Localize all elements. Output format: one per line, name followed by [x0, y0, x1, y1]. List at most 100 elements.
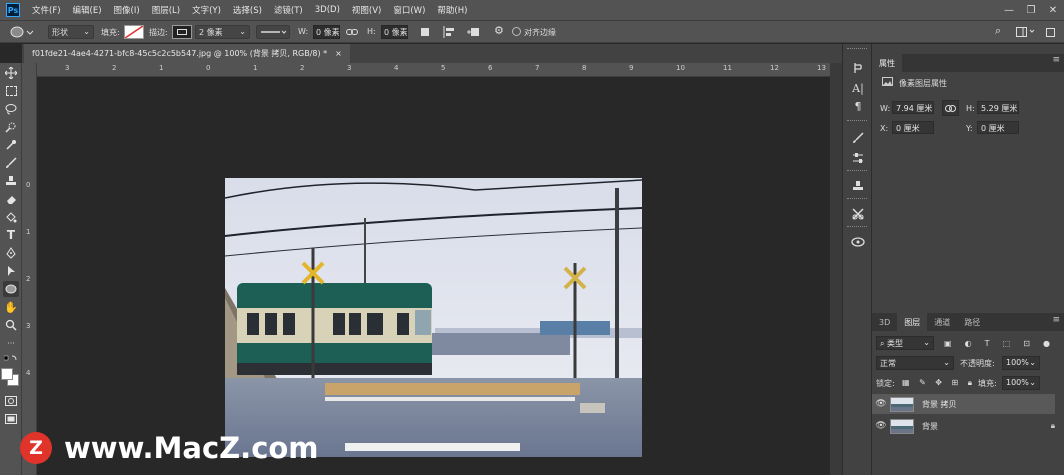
tab-channels[interactable]: 通道: [927, 313, 957, 331]
vertical-ruler[interactable]: 0 1 2 3 4: [22, 63, 37, 475]
link-dimensions-icon[interactable]: [346, 25, 359, 39]
layers-menu-icon[interactable]: ≡: [1052, 315, 1060, 325]
fill-swatch[interactable]: [124, 25, 144, 39]
visibility-eye-icon[interactable]: 👁︎: [872, 399, 890, 409]
menu-window[interactable]: 窗口(W): [387, 4, 431, 16]
menu-edit[interactable]: 编辑(E): [67, 4, 108, 16]
ellipse-shape-tool-icon[interactable]: [3, 281, 19, 297]
prop-width-input[interactable]: 7.94 厘米: [892, 101, 934, 114]
prop-x-input[interactable]: 0 厘米: [892, 121, 934, 134]
height-input[interactable]: 0 像素: [381, 25, 408, 39]
path-operations-icon[interactable]: [421, 25, 433, 39]
layer-row[interactable]: 👁︎ 背景 🔒︎: [872, 416, 1055, 436]
width-input[interactable]: 0 像素: [313, 25, 340, 39]
stroke-type-select[interactable]: [256, 25, 290, 39]
history-icon[interactable]: [850, 60, 866, 76]
lock-pixels-icon[interactable]: ✎: [919, 378, 926, 387]
prop-y-input[interactable]: 0 厘米: [977, 121, 1019, 134]
adjustment-filter-icon[interactable]: ◐: [965, 339, 972, 348]
blend-mode-select[interactable]: 正常 ⌄: [876, 356, 954, 370]
move-tool-icon[interactable]: [3, 65, 19, 81]
lock-all-icon[interactable]: 🔒︎: [968, 378, 972, 388]
tool-preset-picker[interactable]: [8, 25, 34, 39]
character-icon[interactable]: A|: [850, 80, 866, 96]
close-tab-icon[interactable]: ×: [335, 49, 342, 58]
swap-colors-icon[interactable]: [3, 353, 19, 365]
minimize-button[interactable]: —: [998, 0, 1020, 20]
menu-view[interactable]: 视图(V): [346, 4, 387, 16]
clone-source-icon[interactable]: [850, 178, 866, 194]
screen-mode-icon[interactable]: [3, 411, 19, 427]
zoom-tool-icon[interactable]: [3, 317, 19, 333]
foreground-color-swatch[interactable]: [1, 368, 13, 380]
lock-artboard-icon[interactable]: ⊞: [952, 378, 959, 387]
menu-image[interactable]: 图像(I): [108, 4, 146, 16]
paint-bucket-tool-icon[interactable]: [3, 209, 19, 225]
strip-grip[interactable]: [847, 48, 867, 50]
stroke-swatch[interactable]: [172, 25, 192, 39]
tab-3d[interactable]: 3D: [872, 313, 897, 331]
smart-object-filter-icon[interactable]: ⊡: [1023, 339, 1030, 348]
restore-button[interactable]: ❐: [1020, 0, 1042, 20]
menu-type[interactable]: 文字(Y): [186, 4, 227, 16]
menu-3d[interactable]: 3D(D): [309, 5, 346, 15]
lock-position-icon[interactable]: ✥: [935, 378, 942, 387]
prop-height-input[interactable]: 5.29 厘米: [977, 101, 1019, 114]
pen-tool-icon[interactable]: [3, 245, 19, 261]
document-tab[interactable]: f01fde21-4ae4-4271-bfc8-45c5c2c5b547.jpg…: [24, 44, 350, 63]
layer-row[interactable]: 👁︎ 背景 拷贝: [872, 394, 1055, 414]
quick-mask-icon[interactable]: [3, 393, 19, 409]
stamp-tool-icon[interactable]: [3, 173, 19, 189]
eyedropper-tool-icon[interactable]: [3, 137, 19, 153]
quick-selection-tool-icon[interactable]: [3, 119, 19, 135]
adjustments-icon[interactable]: [850, 150, 866, 166]
horizontal-ruler[interactable]: 3 2 1 0 1 2 3 4 5 6 7 8 9 10 11 12 13: [37, 63, 830, 77]
canvas-area[interactable]: [37, 77, 830, 475]
opacity-input[interactable]: 100% ⌄: [1002, 356, 1040, 370]
lock-buttons: ▦ ✎ ✥ ⊞ 🔒︎: [902, 377, 972, 388]
brush-settings-icon[interactable]: [850, 130, 866, 146]
path-arrangement-icon[interactable]: [466, 25, 480, 39]
menu-help[interactable]: 帮助(H): [431, 4, 473, 16]
more-tools-icon[interactable]: ···: [3, 335, 19, 351]
search-icon[interactable]: ⌕: [995, 24, 1007, 38]
ruler-tick-label: 5: [441, 64, 446, 72]
layer-filter-select[interactable]: ⌕ 类型 ⌄: [876, 336, 934, 350]
shape-filter-icon[interactable]: ⬚: [1003, 339, 1011, 348]
type-tool-icon[interactable]: T: [3, 227, 19, 243]
visibility-eye-icon[interactable]: 👁︎: [872, 421, 890, 431]
paragraph-icon[interactable]: ¶: [850, 98, 866, 114]
vertical-scrollbar[interactable]: [830, 63, 842, 475]
menu-file[interactable]: 文件(F): [26, 4, 67, 16]
eraser-tool-icon[interactable]: [3, 191, 19, 207]
pixel-filter-icon[interactable]: ▣: [944, 339, 952, 348]
close-button[interactable]: ✕: [1042, 0, 1064, 20]
filter-toggle-icon[interactable]: ●: [1043, 339, 1050, 348]
gear-icon[interactable]: ⚙: [494, 24, 506, 38]
path-alignment-icon[interactable]: [443, 25, 455, 39]
brush-tool-icon[interactable]: [3, 155, 19, 171]
fill-input[interactable]: 100% ⌄: [1002, 376, 1040, 390]
path-selection-tool-icon[interactable]: [3, 263, 19, 279]
menu-filter[interactable]: 滤镜(T): [268, 4, 309, 16]
tab-properties[interactable]: 属性: [872, 54, 902, 72]
tool-presets-icon[interactable]: [850, 206, 866, 222]
tab-layers[interactable]: 图层: [897, 313, 928, 331]
tab-paths[interactable]: 路径: [957, 313, 987, 331]
menu-select[interactable]: 选择(S): [227, 4, 268, 16]
align-edges-checkbox[interactable]: [512, 27, 521, 36]
link-icon[interactable]: [942, 100, 959, 116]
shape-mode-select[interactable]: 形状 ⌄: [48, 25, 94, 39]
hand-tool-icon[interactable]: ✋: [3, 299, 19, 315]
marquee-tool-icon[interactable]: [3, 83, 19, 99]
share-icon[interactable]: [1046, 25, 1058, 39]
workspace-icon[interactable]: [1016, 25, 1036, 39]
lasso-tool-icon[interactable]: [3, 101, 19, 117]
lock-transparent-icon[interactable]: ▦: [902, 378, 910, 387]
layer-filter-icons: ▣ ◐ T ⬚ ⊡ ●: [944, 338, 1050, 349]
libraries-icon[interactable]: [850, 234, 866, 250]
stroke-width-input[interactable]: 2 像素 ⌄: [195, 25, 250, 39]
panel-menu-icon[interactable]: ≡: [1052, 55, 1060, 65]
menu-layer[interactable]: 图层(L): [146, 4, 186, 16]
type-filter-icon[interactable]: T: [985, 339, 990, 348]
